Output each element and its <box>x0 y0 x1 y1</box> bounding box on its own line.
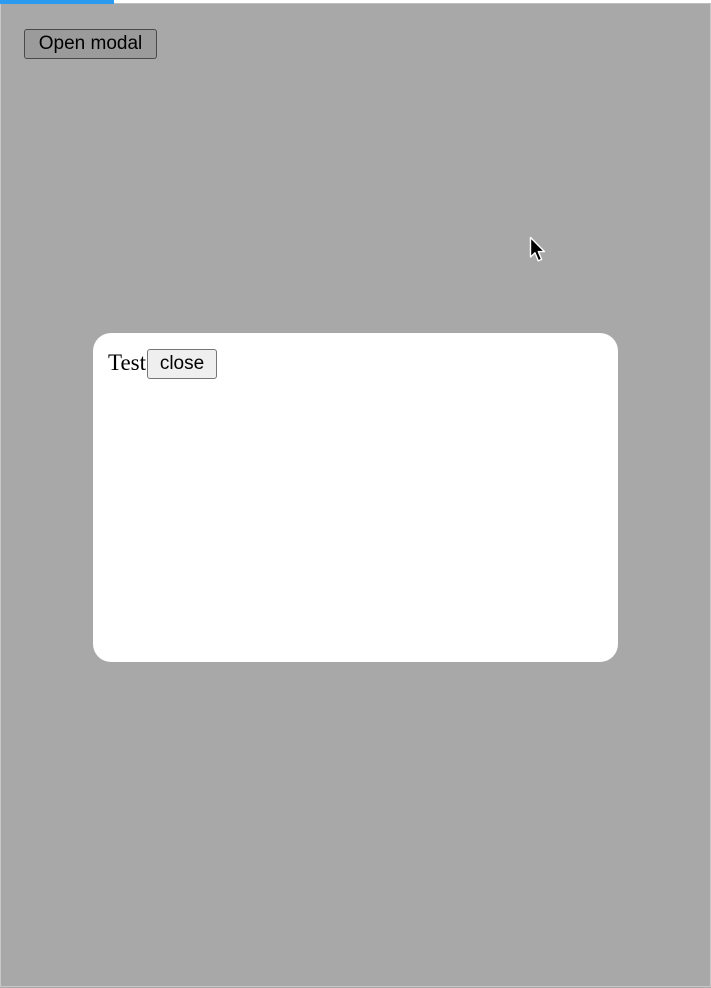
loading-progress-fill <box>0 0 114 4</box>
modal-title: Test <box>108 350 146 375</box>
open-modal-button[interactable]: Open modal <box>24 29 157 59</box>
close-modal-button[interactable]: close <box>147 349 217 379</box>
modal-dialog: Test close <box>93 333 618 662</box>
mouse-cursor-icon <box>529 236 546 262</box>
loading-progress-bar <box>0 0 711 4</box>
